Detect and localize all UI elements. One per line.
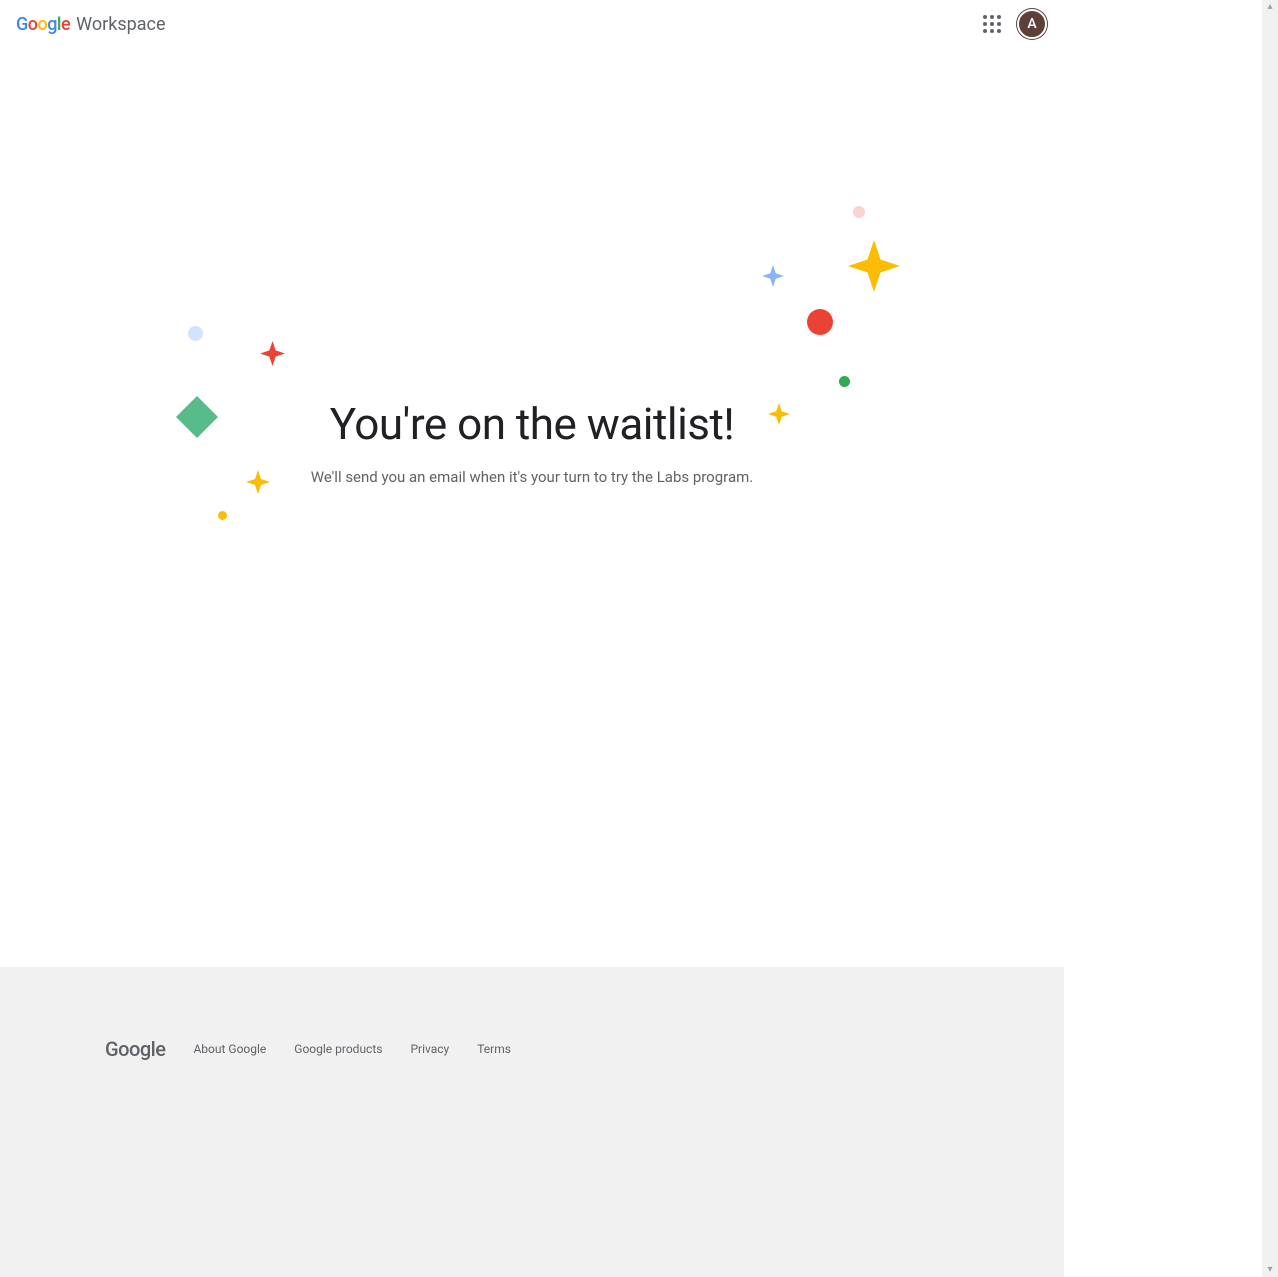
scroll-down-icon[interactable]: ▾ bbox=[1265, 1265, 1275, 1275]
circle-icon bbox=[853, 206, 865, 218]
footer: Google About Google Google products Priv… bbox=[0, 967, 1064, 1277]
footer-link-terms[interactable]: Terms bbox=[477, 1042, 511, 1056]
google-logo: Google bbox=[16, 14, 70, 35]
footer-google-logo[interactable]: Google bbox=[105, 1037, 165, 1061]
sparkle-icon bbox=[260, 341, 285, 366]
footer-link-privacy[interactable]: Privacy bbox=[410, 1042, 449, 1056]
header: Google Workspace A bbox=[0, 0, 1064, 48]
page-title: You're on the waitlist! bbox=[182, 398, 882, 450]
sparkle-icon bbox=[762, 265, 784, 287]
sparkle-icon bbox=[848, 240, 900, 292]
scroll-up-icon[interactable]: ▴ bbox=[1265, 2, 1275, 12]
avatar-initial: A bbox=[1017, 9, 1047, 39]
circle-icon bbox=[807, 309, 833, 335]
page-subtitle: We'll send you an email when it's your t… bbox=[182, 468, 882, 486]
circle-icon bbox=[839, 376, 850, 387]
footer-link-about[interactable]: About Google bbox=[193, 1042, 266, 1056]
workspace-logo[interactable]: Google Workspace bbox=[16, 14, 166, 35]
apps-grid-icon[interactable] bbox=[980, 12, 1004, 36]
product-name: Workspace bbox=[76, 14, 165, 35]
scrollbar[interactable]: ▴ ▾ bbox=[1262, 0, 1278, 1277]
account-avatar[interactable]: A bbox=[1016, 8, 1048, 40]
circle-icon bbox=[188, 326, 203, 341]
footer-link-products[interactable]: Google products bbox=[294, 1042, 382, 1056]
circle-icon bbox=[218, 511, 227, 520]
